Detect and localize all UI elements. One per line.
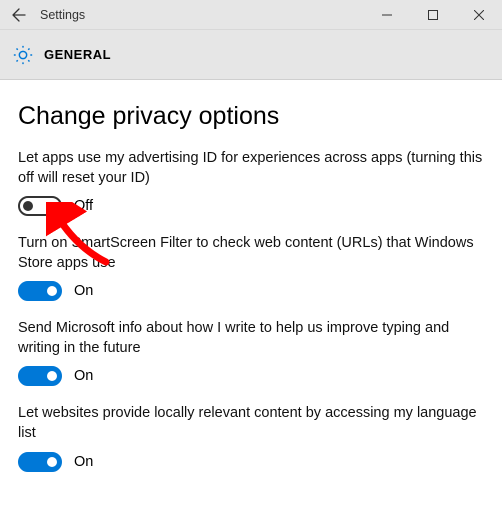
toggle-state-label: Off [74,198,93,214]
gear-icon [12,44,34,66]
minimize-icon [382,10,392,20]
setting-desc: Let websites provide locally relevant co… [18,404,484,443]
category-label: GENERAL [44,47,111,62]
setting-desc: Let apps use my advertising ID for exper… [18,149,484,188]
setting-desc: Send Microsoft info about how I write to… [18,319,484,358]
smartscreen-toggle[interactable] [18,281,62,301]
setting-language-list: Let websites provide locally relevant co… [18,404,484,471]
typing-info-toggle[interactable] [18,366,62,386]
back-button[interactable] [0,0,38,29]
setting-smartscreen: Turn on SmartScreen Filter to check web … [18,234,484,301]
toggle-state-label: On [74,454,93,470]
back-arrow-icon [11,7,27,23]
window-title: Settings [40,8,85,22]
language-list-toggle[interactable] [18,452,62,472]
setting-typing-info: Send Microsoft info about how I write to… [18,319,484,386]
setting-desc: Turn on SmartScreen Filter to check web … [18,234,484,273]
category-header: GENERAL [0,30,502,80]
maximize-icon [428,10,438,20]
content-area: Change privacy options Let apps use my a… [0,80,502,500]
maximize-button[interactable] [410,0,456,29]
advertising-id-toggle[interactable] [18,196,62,216]
toggle-state-label: On [74,368,93,384]
close-button[interactable] [456,0,502,29]
close-icon [474,10,484,20]
setting-advertising-id: Let apps use my advertising ID for exper… [18,149,484,216]
minimize-button[interactable] [364,0,410,29]
page-heading: Change privacy options [18,102,484,131]
toggle-state-label: On [74,283,93,299]
titlebar: Settings [0,0,502,30]
